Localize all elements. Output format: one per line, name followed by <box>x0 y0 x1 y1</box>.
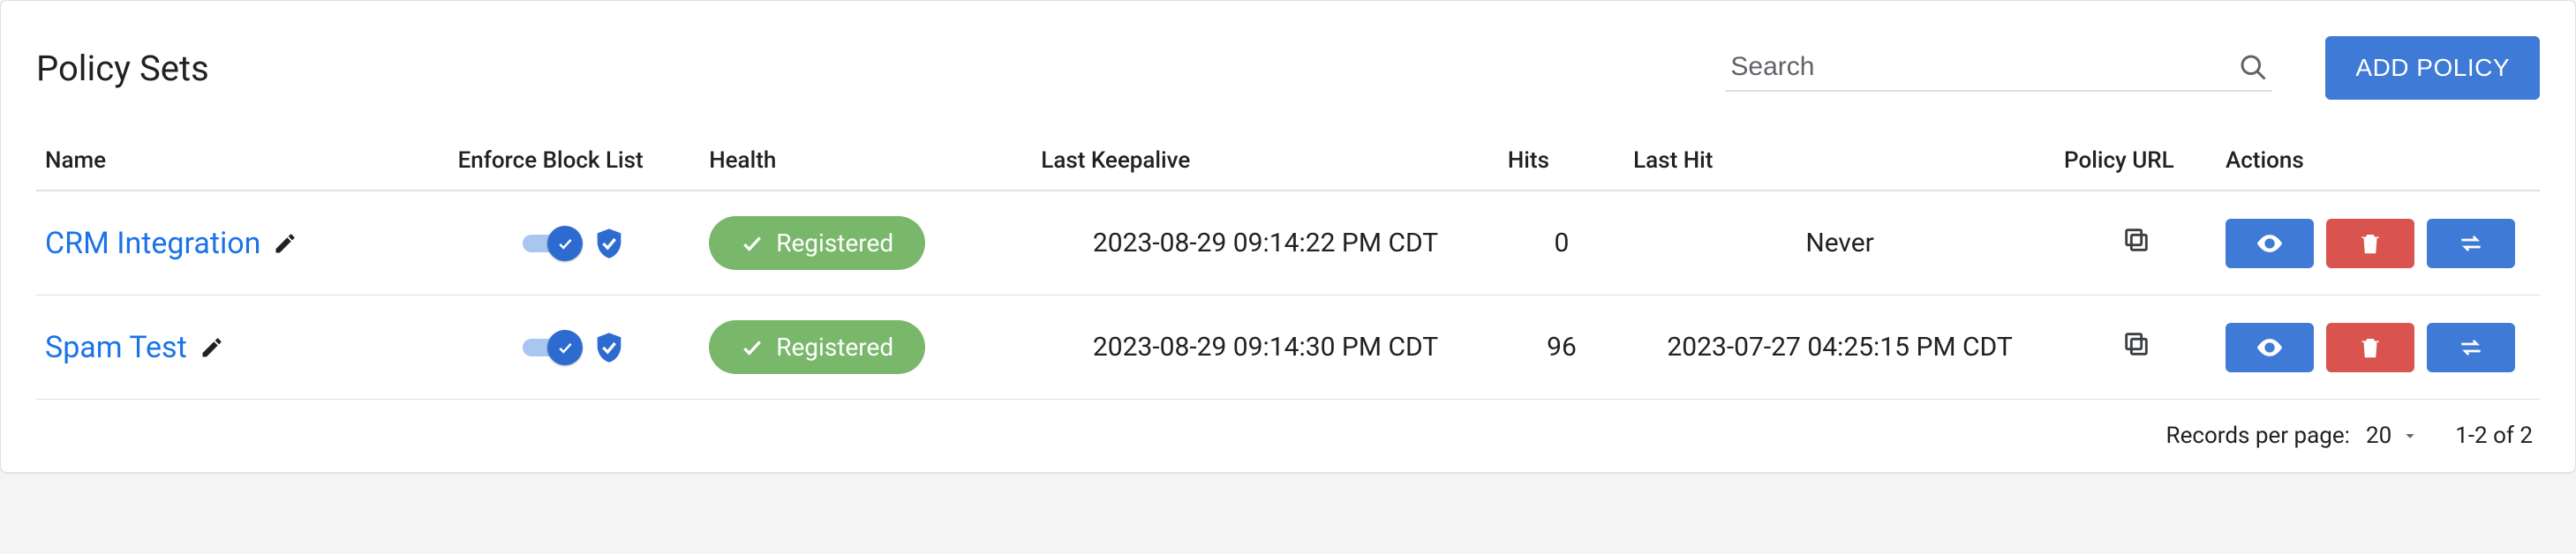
trash-icon <box>2357 230 2384 257</box>
eye-icon <box>2255 333 2285 363</box>
swap-button[interactable] <box>2427 219 2515 268</box>
health-label: Registered <box>776 333 893 362</box>
eye-icon <box>2255 228 2285 258</box>
lasthit-value: 2023-07-27 04:25:15 PM CDT <box>1624 296 2055 400</box>
keepalive-value: 2023-08-29 09:14:30 PM CDT <box>1032 296 1499 400</box>
health-label: Registered <box>776 228 893 258</box>
search-input[interactable] <box>1729 51 2237 83</box>
pencil-icon[interactable] <box>200 335 224 360</box>
hits-value: 96 <box>1499 296 1624 400</box>
table-row: Spam Test <box>36 296 2540 400</box>
enforce-toggle[interactable] <box>523 330 579 365</box>
enforce-toggle[interactable] <box>523 226 579 261</box>
col-header-health: Health <box>700 131 1032 191</box>
page-title: Policy Sets <box>36 48 209 89</box>
add-policy-button[interactable]: ADD POLICY <box>2325 36 2540 100</box>
delete-button[interactable] <box>2326 219 2414 268</box>
per-page-label: Records per page: <box>2166 423 2350 449</box>
swap-button[interactable] <box>2427 323 2515 372</box>
col-header-name: Name <box>36 131 449 191</box>
lasthit-value: Never <box>1624 191 2055 296</box>
shield-check-icon <box>591 226 627 261</box>
check-icon <box>741 336 764 359</box>
pagination-range: 1-2 of 2 <box>2455 423 2533 449</box>
hits-value: 0 <box>1499 191 1624 296</box>
policy-name-link[interactable]: CRM Integration <box>45 226 260 261</box>
trash-icon <box>2357 334 2384 361</box>
policy-name-link[interactable]: Spam Test <box>45 330 187 365</box>
swap-icon <box>2457 333 2485 362</box>
copy-icon[interactable] <box>2121 329 2151 359</box>
search-field[interactable] <box>1725 44 2272 92</box>
policy-sets-card: Policy Sets ADD POLICY Name Enforce Bloc… <box>0 0 2576 473</box>
table-row: CRM Integration <box>36 191 2540 296</box>
health-chip: Registered <box>709 216 925 270</box>
keepalive-value: 2023-08-29 09:14:22 PM CDT <box>1032 191 1499 296</box>
view-button[interactable] <box>2226 219 2314 268</box>
health-chip: Registered <box>709 320 925 374</box>
table-footer: Records per page: 20 1-2 of 2 <box>36 400 2540 454</box>
col-header-enforce: Enforce Block List <box>449 131 701 191</box>
policy-table: Name Enforce Block List Health Last Keep… <box>36 131 2540 400</box>
swap-icon <box>2457 229 2485 258</box>
col-header-url: Policy URL <box>2055 131 2217 191</box>
search-icon[interactable] <box>2237 51 2269 83</box>
col-header-keepalive: Last Keepalive <box>1032 131 1499 191</box>
shield-check-icon <box>591 330 627 365</box>
per-page-value: 20 <box>2366 423 2391 449</box>
check-icon <box>741 232 764 255</box>
per-page-select[interactable]: 20 <box>2366 423 2420 449</box>
delete-button[interactable] <box>2326 323 2414 372</box>
col-header-hits: Hits <box>1499 131 1624 191</box>
col-header-actions: Actions <box>2217 131 2540 191</box>
chevron-down-icon <box>2400 426 2420 445</box>
pencil-icon[interactable] <box>273 231 298 256</box>
copy-icon[interactable] <box>2121 225 2151 255</box>
header: Policy Sets ADD POLICY <box>36 36 2540 100</box>
view-button[interactable] <box>2226 323 2314 372</box>
col-header-lasthit: Last Hit <box>1624 131 2055 191</box>
